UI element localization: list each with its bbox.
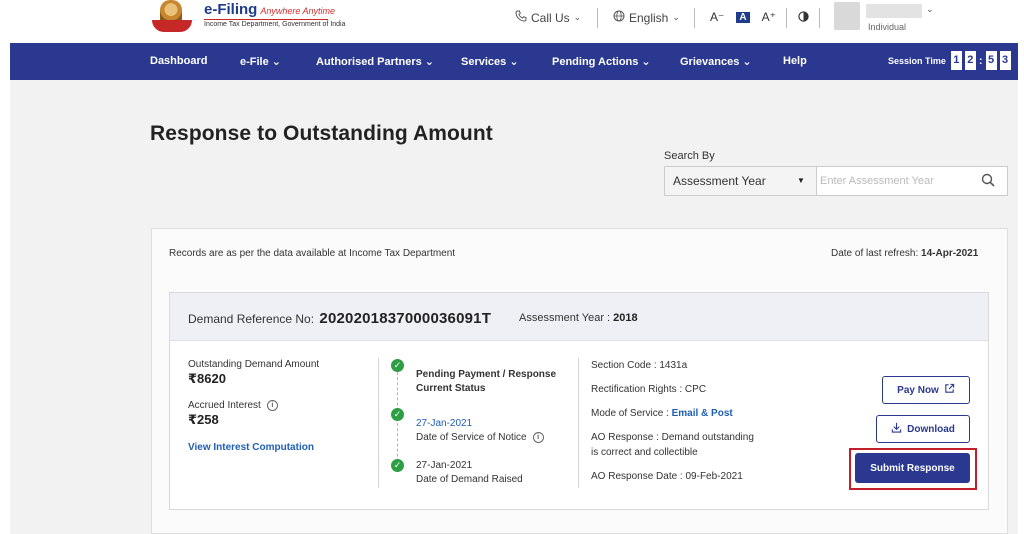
language-selector[interactable]: English ⌄ [613, 10, 680, 25]
emblem-logo[interactable] [152, 0, 198, 34]
download-button[interactable]: Download [876, 415, 970, 443]
nav-item-help[interactable]: Help [783, 55, 807, 67]
assessment-year-input[interactable] [820, 168, 970, 194]
status-title: Pending Payment / Response [416, 369, 557, 380]
last-refresh-label: Date of last refresh: [831, 248, 919, 259]
session-time-label: Session Time [888, 55, 946, 66]
external-link-icon [944, 383, 955, 397]
mode-value: Email & Post [671, 408, 733, 419]
search-by-label: Search By [664, 150, 715, 162]
font-increase-button[interactable]: A⁺ [762, 10, 776, 24]
download-label: Download [907, 423, 955, 435]
nav-item-dashboard[interactable]: Dashboard [150, 55, 207, 67]
ao-response-line1: AO Response : Demand outstanding [591, 432, 754, 443]
search-type-value: Assessment Year [673, 174, 766, 188]
globe-icon [613, 10, 625, 25]
timeline-notice: 27-Jan-2021 Date of Service of Notice i [416, 418, 544, 443]
info-icon[interactable]: i [532, 432, 544, 443]
status-timeline: ✓ Pending Payment / Response Current Sta… [388, 358, 568, 488]
assessment-year-label: Assessment Year : [519, 312, 611, 324]
timeline-raised: 27-Jan-2021 Date of Demand Raised [416, 460, 523, 485]
last-refresh: Date of last refresh: 14-Apr-2021 [831, 248, 978, 259]
user-role: Individual [868, 22, 907, 32]
pay-now-label: Pay Now [897, 384, 939, 396]
view-interest-link[interactable]: View Interest Computation [188, 442, 319, 453]
session-digit: 3 [999, 51, 1011, 70]
page-title: Response to Outstanding Amount [150, 122, 493, 145]
records-note: Records are as per the data available at… [169, 248, 456, 259]
check-icon: ✓ [391, 408, 404, 421]
check-icon: ✓ [391, 359, 404, 372]
font-default-button[interactable]: A [736, 11, 750, 23]
amounts-column: Outstanding Demand Amount ₹8620 Accrued … [188, 359, 319, 453]
nav-item-pending-actions[interactable]: Pending Actions ⌄ [552, 55, 651, 68]
contrast-toggle[interactable] [798, 11, 809, 25]
avatar[interactable] [834, 2, 860, 30]
assessment-year: Assessment Year : 2018 [519, 312, 638, 324]
raised-date: 27-Jan-2021 [416, 460, 473, 471]
chevron-down-icon: ⌄ [573, 12, 582, 22]
last-refresh-date: 14-Apr-2021 [921, 248, 979, 259]
demand-reference: Demand Reference No: 2020201837000036091… [188, 310, 491, 327]
session-colon: : [978, 54, 983, 67]
session-digit: 2 [964, 51, 976, 70]
pay-now-button[interactable]: Pay Now [882, 376, 970, 404]
notice-label-row: Date of Service of Notice i [416, 432, 544, 443]
nav-item-authorised-partners[interactable]: Authorised Partners ⌄ [316, 55, 434, 68]
brand-title[interactable]: e-Filing Anywhere Anytime [204, 1, 335, 18]
demand-card-header: Demand Reference No: 2020201837000036091… [170, 293, 988, 341]
rectification-rights: Rectification Rights : CPC [591, 384, 707, 395]
status-subtitle: Current Status [416, 383, 486, 394]
brand-subtitle: Income Tax Department, Government of Ind… [204, 19, 346, 28]
timeline-line [397, 372, 398, 472]
font-decrease-button[interactable]: A⁻ [710, 10, 724, 24]
top-header: e-Filing Anywhere Anytime Income Tax Depa… [0, 0, 1024, 43]
call-us-menu[interactable]: Call Us ⌄ [515, 10, 581, 25]
search-type-select[interactable]: Assessment Year ▼ [665, 167, 817, 195]
session-timer: Session Time 1 2 : 5 3 [888, 51, 1011, 70]
language-label: English [629, 10, 669, 25]
nav-item-e-file[interactable]: e-File ⌄ [240, 55, 281, 68]
notice-date: 27-Jan-2021 [416, 418, 473, 429]
download-icon [891, 422, 902, 436]
raised-label: Date of Demand Raised [416, 474, 523, 485]
section-code: Section Code : 1431a [591, 360, 688, 371]
main-nav: Dashboard e-File ⌄ Authorised Partners ⌄… [10, 43, 1018, 80]
ao-response-line2: is correct and collectible [591, 447, 698, 458]
timeline-current-status: Pending Payment / Response Current Statu… [416, 369, 556, 394]
contrast-icon [798, 11, 809, 25]
assessment-year-value: 2018 [613, 312, 638, 324]
brand-tagline: Anywhere Anytime [260, 6, 336, 16]
submit-response-button[interactable]: Submit Response [855, 453, 970, 483]
user-name-redacted [866, 4, 922, 18]
font-size-controls: A⁻ A A⁺ [710, 10, 776, 24]
notice-label: Date of Service of Notice [416, 432, 527, 444]
call-us-label: Call Us [531, 10, 570, 25]
mode-of-service: Mode of Service : Email & Post [591, 408, 733, 419]
nav-item-services[interactable]: Services ⌄ [461, 55, 519, 68]
session-digit: 5 [985, 51, 997, 70]
check-icon: ✓ [391, 459, 404, 472]
demand-ref-label: Demand Reference No: [188, 312, 315, 326]
accrued-interest-amount: ₹258 [188, 412, 219, 428]
search-bar: Assessment Year ▼ [664, 166, 1008, 196]
accrued-interest-label: Accrued Interest [188, 400, 261, 412]
accrued-interest-row: Accrued Interest i [188, 400, 319, 411]
mode-label: Mode of Service : [591, 408, 669, 419]
ao-response-date: AO Response Date : 09-Feb-2021 [591, 471, 743, 482]
phone-icon [515, 10, 527, 25]
info-icon[interactable]: i [266, 400, 278, 411]
nav-item-grievances[interactable]: Grievances ⌄ [680, 55, 752, 68]
user-menu-chevron-down-icon[interactable]: ⌄ [926, 4, 934, 15]
caret-down-icon: ▼ [797, 176, 805, 185]
column-divider [578, 358, 579, 488]
chevron-down-icon: ⌄ [672, 12, 680, 22]
search-icon[interactable] [981, 173, 997, 189]
outstanding-label: Outstanding Demand Amount [188, 359, 320, 370]
column-divider [378, 358, 379, 488]
demand-ref-number: 2020201837000036091T [319, 310, 492, 327]
session-digit: 1 [950, 51, 962, 70]
brand-name[interactable]: e-Filing [204, 1, 257, 18]
outstanding-amount: ₹8620 [188, 371, 226, 386]
